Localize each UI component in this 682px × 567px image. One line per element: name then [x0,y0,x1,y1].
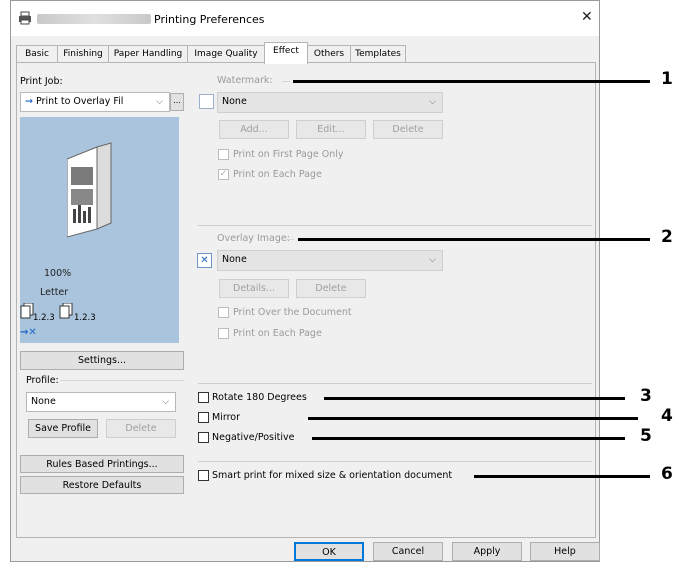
watermark-value: None [222,96,247,107]
overlay-butterfly-icon: ✕ [197,253,212,268]
overlay-delete-button[interactable]: Delete [296,279,366,298]
smart-print-checkbox[interactable] [198,470,209,481]
delete-profile-button[interactable]: Delete [106,419,176,438]
separator [198,461,592,462]
profile-select[interactable]: None ⌵ [26,392,176,412]
callout-number-3: 3 [640,386,652,406]
chevron-down-icon: ⌵ [429,255,436,265]
first-page-only-checkbox[interactable] [218,149,229,160]
title-bar: Printing Preferences ✕ [11,1,599,36]
tab-basic[interactable]: Basic [16,45,58,63]
each-page-checkbox[interactable]: ✓ [218,169,229,180]
rules-based-printings-button[interactable]: Rules Based Printings... [20,455,184,473]
watermark-group-line [282,81,290,82]
chevron-down-icon: ⌵ [162,397,169,407]
overlay-each-page-label: Print on Each Page [233,328,322,339]
callout-number-1: 1 [661,69,673,89]
callout-line-1 [293,80,650,83]
cancel-button[interactable]: Cancel [373,542,443,561]
watermark-label: Watermark: [217,75,273,86]
profile-label: Profile: [26,375,59,386]
smart-print-label: Smart print for mixed size & orientation… [212,470,453,481]
rotate-180-label: Rotate 180 Degrees [212,392,307,403]
ok-button[interactable]: OK [294,542,364,561]
tab-templates[interactable]: Templates [350,45,406,63]
negative-positive-checkbox[interactable] [198,432,209,443]
callout-line-3 [324,397,625,400]
preview-zoom: 100% [44,268,72,279]
overlay-group-line [286,239,294,240]
rotate-180-checkbox[interactable] [198,392,209,403]
callout-line-5 [312,437,625,440]
document-preview-icon [67,142,112,238]
watermark-add-button[interactable]: Add... [219,120,289,139]
overlay-butterfly-icon: →✕ [20,327,37,338]
callout-line-4 [308,417,638,420]
collate-pages-icon [59,303,73,319]
chevron-down-icon: ⌵ [429,97,436,107]
watermark-edit-button[interactable]: Edit... [296,120,366,139]
tab-finishing[interactable]: Finishing [57,45,109,63]
preview-page-a: 1.2.3 [33,313,55,323]
callout-number-5: 5 [640,426,652,446]
print-job-select[interactable]: → Print to Overlay Fil ⌵ [20,92,170,112]
callout-number-6: 6 [661,464,673,484]
watermark-icon [199,94,214,109]
each-page-label: Print on Each Page [233,169,322,180]
overlay-select[interactable]: None ⌵ [217,250,443,271]
restore-defaults-button[interactable]: Restore Defaults [20,476,184,494]
window-title: Printing Preferences [154,13,265,26]
overlay-image-label: Overlay Image: [217,233,290,244]
chevron-down-icon: ⌵ [156,97,163,107]
print-job-value: Print to Overlay Fil [36,96,124,107]
settings-button[interactable]: Settings... [20,351,184,370]
tab-effect[interactable]: Effect [264,42,308,64]
overlay-butterfly-icon: → [25,96,33,107]
tab-others[interactable]: Others [307,45,351,63]
callout-number-4: 4 [661,406,673,426]
print-over-document-label: Print Over the Document [233,307,352,318]
mirror-label: Mirror [212,412,240,423]
collate-pages-icon [20,303,34,319]
tab-paper-handling[interactable]: Paper Handling [108,45,188,63]
overlay-value: None [222,254,247,265]
tab-image-quality[interactable]: Image Quality [187,45,265,63]
watermark-delete-button[interactable]: Delete [373,120,443,139]
callout-line-6 [474,475,650,478]
preview-page-b: 1.2.3 [74,313,96,323]
overlay-details-button[interactable]: Details... [219,279,289,298]
preview-paper: Letter [40,287,69,298]
callout-number-2: 2 [661,227,673,247]
print-job-label: Print Job: [20,76,63,87]
save-profile-button[interactable]: Save Profile [28,419,98,438]
profile-value: None [31,396,56,407]
print-preview: 100% Letter 1.2.3 1.2.3 →✕ [20,117,179,343]
first-page-only-label: Print on First Page Only [233,149,344,160]
negative-positive-label: Negative/Positive [212,432,295,443]
watermark-select[interactable]: None ⌵ [217,92,443,113]
print-over-document-checkbox[interactable] [218,307,229,318]
separator [198,225,592,226]
mirror-checkbox[interactable] [198,412,209,423]
callout-line-2 [298,238,650,241]
profile-group-line [60,380,184,381]
redacted-printer-name [37,14,151,24]
apply-button[interactable]: Apply [452,542,522,561]
print-job-more-button[interactable]: ... [170,93,184,111]
help-button[interactable]: Help [530,542,600,561]
overlay-each-page-checkbox[interactable] [218,328,229,339]
separator [198,383,592,384]
close-icon[interactable]: ✕ [581,9,593,25]
printer-icon [19,11,31,25]
